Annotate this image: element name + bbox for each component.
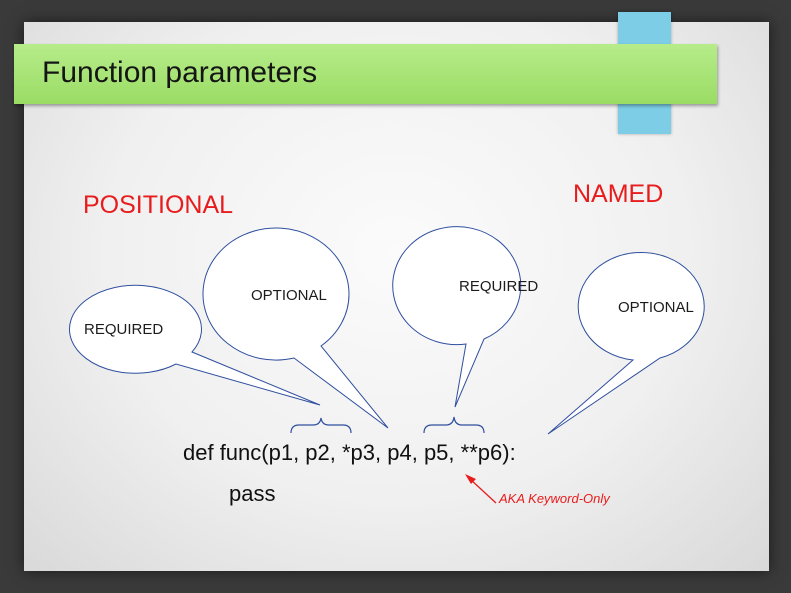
keyword-only-note: AKA Keyword-Only bbox=[499, 491, 610, 506]
brace-named-required bbox=[423, 416, 485, 434]
bubble-label-positional-optional: OPTIONAL bbox=[251, 287, 327, 304]
bubble-named-optional bbox=[547, 251, 705, 435]
positional-heading: POSITIONAL bbox=[83, 191, 234, 219]
keyword-only-arrow bbox=[465, 474, 497, 504]
speech-bubbles-diagram bbox=[69, 226, 705, 504]
bubble-label-named-required: REQUIRED bbox=[459, 278, 539, 295]
bubble-label-named-optional: OPTIONAL bbox=[618, 299, 694, 316]
code-line-pass: pass bbox=[229, 481, 276, 506]
brace-positional-required bbox=[290, 417, 352, 434]
bubble-label-positional-required: REQUIRED bbox=[84, 321, 164, 338]
bubble-named-required bbox=[392, 226, 522, 408]
code-line-def: def func(p1, p2, *p3, p4, p5, **p6): bbox=[183, 440, 516, 465]
named-heading: NAMED bbox=[573, 180, 664, 208]
